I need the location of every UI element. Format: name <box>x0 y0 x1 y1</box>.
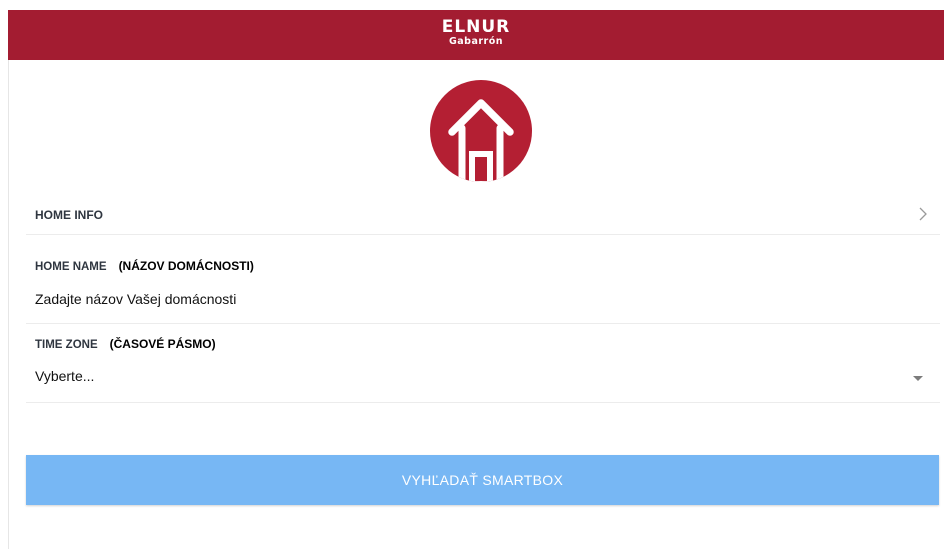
time-zone-select[interactable]: Vyberte... <box>35 368 923 388</box>
left-divider <box>8 60 9 549</box>
time-zone-label-sk: (ČASOVÉ PÁSMO) <box>109 337 216 351</box>
time-zone-selected-value: Vyberte... <box>35 368 95 384</box>
home-name-section: HOME NAME (NÁZOV DOMÁCNOSTI) <box>26 235 940 324</box>
chevron-right-icon <box>919 207 927 221</box>
home-name-label: HOME NAME (NÁZOV DOMÁCNOSTI) <box>35 259 254 273</box>
brand-subname: Gabarrón <box>448 36 504 48</box>
search-smartbox-button[interactable]: VYHĽADAŤ SMARTBOX <box>26 455 939 505</box>
home-info-row[interactable]: HOME INFO <box>26 196 940 235</box>
brand-name: ELNUR <box>441 17 511 38</box>
brand-logo: ELNUR Gabarrón <box>442 19 511 47</box>
home-avatar <box>430 80 532 182</box>
house-icon <box>448 99 514 182</box>
home-info-title: HOME INFO <box>35 208 103 222</box>
setup-home-screen: ELNUR Gabarrón HOME INFO HOME NAME (NÁZOV… <box>0 0 944 549</box>
app-header: ELNUR Gabarrón <box>8 10 944 60</box>
time-zone-label-en: TIME ZONE <box>35 339 98 351</box>
home-name-label-sk: (NÁZOV DOMÁCNOSTI) <box>118 259 254 273</box>
caret-down-icon <box>913 376 923 381</box>
time-zone-section: TIME ZONE (ČASOVÉ PÁSMO) Vyberte... <box>26 324 940 403</box>
time-zone-label: TIME ZONE (ČASOVÉ PÁSMO) <box>35 337 216 351</box>
home-name-label-en: HOME NAME <box>35 261 107 273</box>
home-name-input[interactable] <box>35 291 915 307</box>
